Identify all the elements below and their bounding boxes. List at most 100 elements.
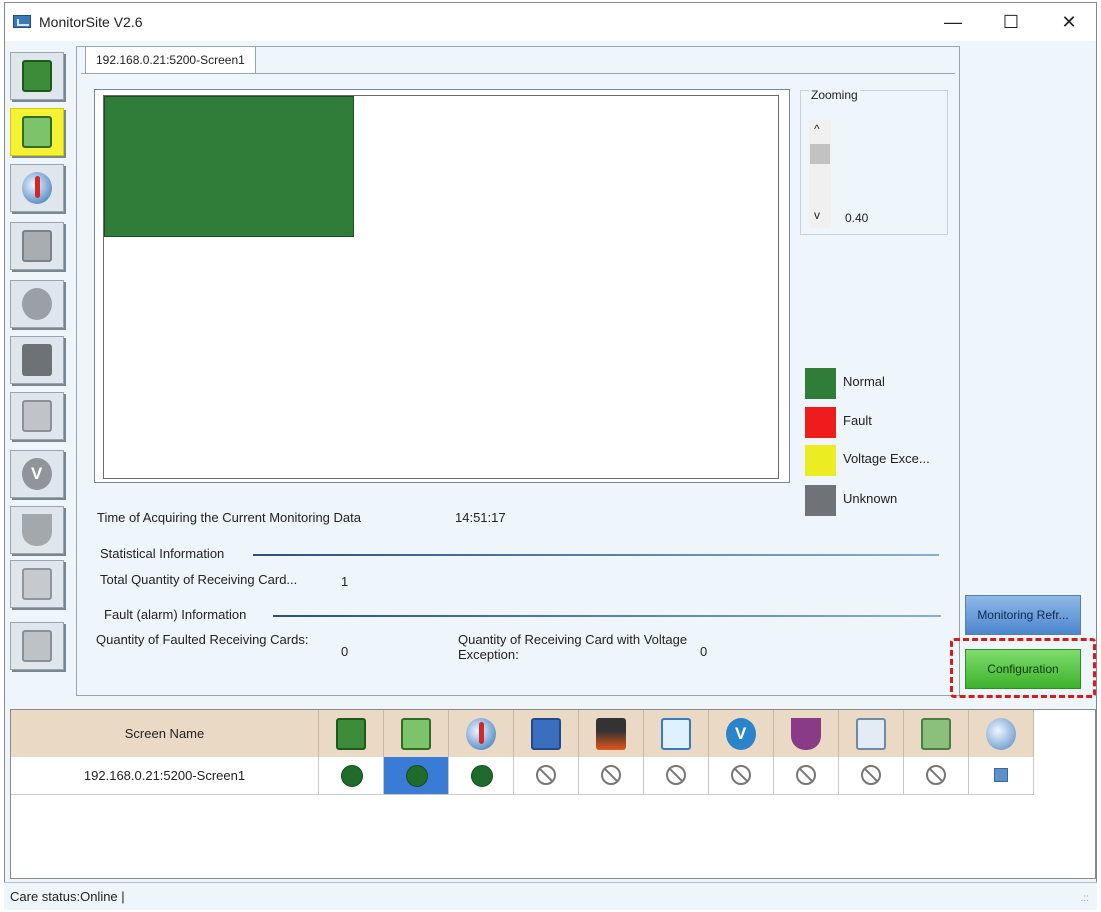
magnet-icon (791, 718, 821, 750)
legend-swatch-normal (805, 368, 836, 399)
toolbar-button-humidity[interactable] (10, 280, 64, 328)
faulted-cards-value: 0 (341, 644, 349, 659)
status-cell[interactable] (774, 757, 839, 795)
status-cell[interactable] (384, 757, 449, 795)
module-strip-icon (921, 718, 951, 750)
receiving-card-icon (22, 60, 52, 92)
legend-label: Voltage Exce... (843, 451, 930, 466)
status-cell[interactable] (579, 757, 644, 795)
screen-canvas-inner (103, 95, 779, 479)
toolbar-button-voltage[interactable] (10, 450, 64, 498)
screen-canvas (94, 89, 790, 483)
not-available-icon (601, 765, 621, 785)
voltage-icon (22, 458, 52, 490)
module-strip-icon (22, 630, 52, 662)
web-status-icon (994, 768, 1008, 782)
power-card-icon (531, 718, 561, 750)
status-cell[interactable] (969, 757, 1034, 795)
tab-content: Zooming ^ v 0.40 Normal Fault Voltage Ex… (81, 73, 955, 691)
total-cards-value: 1 (341, 574, 349, 589)
zoom-slider[interactable]: ^ v (809, 120, 831, 228)
title-bar: MonitorSite V2.6 — ☐ ✕ (5, 3, 1096, 41)
not-available-icon (926, 765, 946, 785)
status-bar: Care status:Online | .:: (4, 882, 1097, 910)
thermometer-icon (22, 172, 52, 204)
toolbar-button-magnet[interactable] (10, 506, 64, 554)
toolbar-button-smoke[interactable] (10, 336, 64, 384)
legend-swatch-unknown (805, 485, 836, 516)
magnet-icon (22, 514, 52, 546)
status-cell[interactable] (319, 757, 384, 795)
time-value: 14:51:17 (455, 510, 506, 525)
resize-grip-icon[interactable]: .:: (1081, 893, 1089, 904)
time-label: Time of Acquiring the Current Monitoring… (97, 510, 361, 525)
faulted-cards-label: Quantity of Faulted Receiving Cards: (96, 632, 309, 647)
status-cell[interactable] (644, 757, 709, 795)
toolbar-button-fan[interactable] (10, 392, 64, 440)
receiving-card-icon (336, 718, 366, 750)
column-header-door (839, 710, 904, 757)
section-divider (253, 554, 939, 556)
toolbar-button-receiving-card-monitor[interactable] (10, 108, 64, 156)
column-header-voltage (709, 710, 774, 757)
fan-icon (22, 400, 52, 432)
toolbar-button-module-strip[interactable] (10, 622, 64, 670)
column-header-magnet (774, 710, 839, 757)
screen-name-cell[interactable]: 192.168.0.21:5200-Screen1 (11, 757, 319, 795)
receiving-card-normal[interactable] (104, 96, 354, 237)
screen-status-grid: Screen Name 192.168.0.21:5200-Screen1 (10, 709, 1096, 879)
status-cell[interactable] (449, 757, 514, 795)
legend-fault: Fault (805, 407, 965, 439)
window-title: MonitorSite V2.6 (39, 14, 143, 30)
status-cell[interactable] (709, 757, 774, 795)
configuration-button[interactable]: Configuration (965, 649, 1081, 689)
not-available-icon (796, 765, 816, 785)
screen-tab-panel: 192.168.0.21:5200-Screen1 Zooming ^ v 0.… (76, 46, 960, 696)
tab-screen1[interactable]: 192.168.0.21:5200-Screen1 (85, 46, 256, 73)
close-button[interactable]: ✕ (1041, 7, 1097, 37)
section-divider (273, 615, 941, 617)
column-header-fan (644, 710, 709, 757)
column-header-module-strip (904, 710, 969, 757)
column-header-receiving-card (319, 710, 384, 757)
column-header-power-card (514, 710, 579, 757)
statistical-info-header: Statistical Information (100, 546, 225, 561)
zoom-label: Zooming (809, 88, 860, 102)
app-logo-icon (13, 15, 31, 28)
minimize-button[interactable]: — (925, 7, 981, 37)
status-cell[interactable] (839, 757, 904, 795)
zoom-thumb[interactable] (810, 144, 830, 164)
column-header-globe (969, 710, 1034, 757)
column-header-thermometer (449, 710, 514, 757)
toolbar-button-door[interactable] (10, 560, 64, 608)
monitoring-refresh-button[interactable]: Monitoring Refr... (965, 595, 1081, 635)
not-available-icon (666, 765, 686, 785)
legend-voltage-exception: Voltage Exce... (805, 445, 965, 477)
legend-swatch-voltage (805, 445, 836, 476)
status-normal-dot-icon (471, 765, 493, 787)
table-row[interactable]: 192.168.0.21:5200-Screen1 (11, 757, 1034, 795)
column-header-screen-name: Screen Name (11, 710, 319, 757)
legend-normal: Normal (805, 368, 965, 400)
maximize-button[interactable]: ☐ (983, 7, 1039, 37)
column-header-card-monitor (384, 710, 449, 757)
zoom-down-arrow-icon[interactable]: v (814, 208, 820, 222)
toolbar-button-receiving-card-status[interactable] (10, 52, 64, 100)
toolbar-button-power[interactable] (10, 222, 64, 270)
door-icon (22, 568, 52, 600)
toolbar-button-temperature[interactable] (10, 164, 64, 212)
voltage-exception-value: 0 (700, 644, 708, 659)
card-monitor-icon (401, 718, 431, 750)
thermometer-icon (466, 718, 496, 750)
status-cell[interactable] (904, 757, 969, 795)
legend-label: Fault (843, 413, 872, 428)
status-cell[interactable] (514, 757, 579, 795)
smoke-icon (22, 344, 52, 376)
door-icon (856, 718, 886, 750)
zoom-group: Zooming ^ v 0.40 (800, 88, 948, 235)
legend-label: Normal (843, 374, 885, 389)
zoom-up-arrow-icon[interactable]: ^ (814, 122, 820, 136)
legend-swatch-fault (805, 407, 836, 438)
smoke-icon (596, 718, 626, 750)
power-card-icon (22, 230, 52, 262)
